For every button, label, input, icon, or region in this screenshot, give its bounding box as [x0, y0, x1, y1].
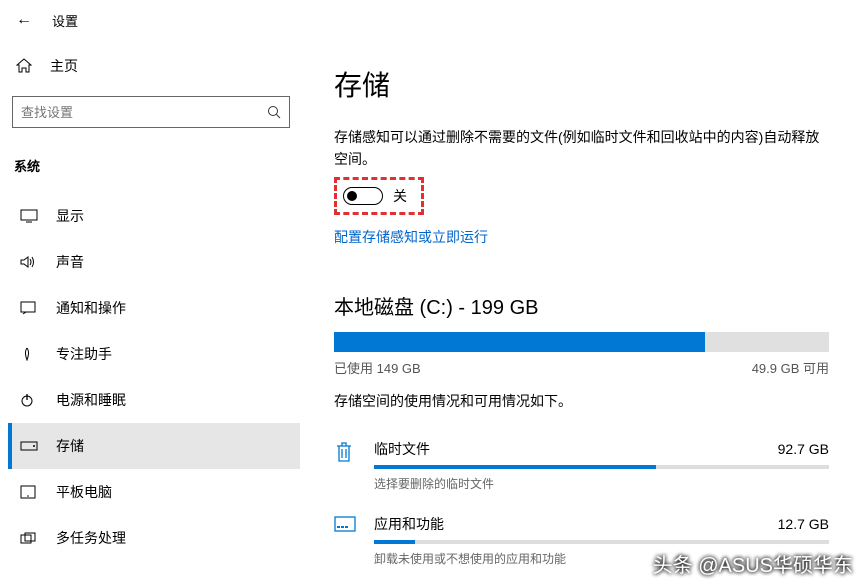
sidebar-group-header: 系统	[12, 148, 300, 193]
sidebar-item-label: 通知和操作	[56, 298, 126, 318]
category-apps[interactable]: 应用和功能 12.7 GB 卸载未使用或不想使用的应用和功能	[334, 506, 829, 581]
sidebar-item-focus[interactable]: 专注助手	[8, 331, 300, 377]
category-bar	[374, 465, 829, 469]
sidebar: 主页 系统 显示 声音 通知和操作 专注助手 电源和	[0, 40, 300, 588]
category-bar	[374, 540, 829, 544]
sound-icon	[20, 255, 38, 269]
sidebar-item-label: 存储	[56, 436, 84, 456]
back-button[interactable]: ←	[16, 11, 32, 29]
category-subtitle: 卸载未使用或不想使用的应用和功能	[374, 550, 829, 567]
sidebar-item-storage[interactable]: 存储	[8, 423, 300, 469]
sidebar-item-label: 多任务处理	[56, 528, 126, 548]
home-label: 主页	[50, 56, 78, 76]
home-icon	[16, 58, 32, 74]
sidebar-item-display[interactable]: 显示	[8, 193, 300, 239]
highlight-annotation: 关	[334, 177, 424, 215]
category-temp-files[interactable]: 临时文件 92.7 GB 选择要删除的临时文件	[334, 431, 829, 506]
storage-sense-toggle[interactable]	[343, 187, 383, 205]
sidebar-item-multitask[interactable]: 多任务处理	[8, 515, 300, 561]
main-content: 存储 存储感知可以通过删除不需要的文件(例如临时文件和回收站中的内容)自动释放空…	[300, 40, 863, 588]
page-title: 存储	[334, 64, 829, 104]
sidebar-home[interactable]: 主页	[12, 48, 300, 84]
disk-title: 本地磁盘 (C:) - 199 GB	[334, 291, 829, 320]
window-title: 设置	[52, 11, 78, 30]
sidebar-item-label: 电源和睡眠	[56, 390, 126, 410]
category-name: 临时文件	[374, 439, 430, 459]
disk-usage-bar	[334, 332, 829, 352]
sidebar-item-label: 显示	[56, 206, 84, 226]
apps-icon	[334, 514, 358, 534]
toggle-state-label: 关	[393, 186, 407, 206]
sidebar-item-label: 专注助手	[56, 344, 112, 364]
disk-usage-fill	[334, 332, 705, 352]
focus-icon	[20, 347, 38, 361]
sidebar-item-sound[interactable]: 声音	[8, 239, 300, 285]
disk-free-label: 49.9 GB 可用	[752, 358, 829, 377]
category-size: 92.7 GB	[778, 441, 829, 457]
sidebar-item-label: 声音	[56, 252, 84, 272]
configure-storage-sense-link[interactable]: 配置存储感知或立即运行	[334, 227, 488, 247]
category-size: 12.7 GB	[778, 516, 829, 532]
trash-icon	[334, 439, 358, 463]
disk-used-label: 已使用 149 GB	[334, 358, 421, 377]
sidebar-item-notifications[interactable]: 通知和操作	[8, 285, 300, 331]
power-icon	[20, 393, 38, 407]
sidebar-item-label: 平板电脑	[56, 482, 112, 502]
breakdown-description: 存储空间的使用情况和可用情况如下。	[334, 391, 829, 411]
sidebar-item-power[interactable]: 电源和睡眠	[8, 377, 300, 423]
category-subtitle: 选择要删除的临时文件	[374, 475, 829, 492]
search-icon	[267, 105, 281, 119]
tablet-icon	[20, 485, 38, 499]
category-name: 应用和功能	[374, 514, 444, 534]
display-icon	[20, 209, 38, 223]
notifications-icon	[20, 301, 38, 315]
category-other[interactable]: 其他 8.57 GB 管理其他大文件夹	[334, 581, 829, 588]
storage-icon	[20, 441, 38, 451]
sidebar-item-tablet[interactable]: 平板电脑	[8, 469, 300, 515]
multitask-icon	[20, 532, 38, 544]
search-field[interactable]	[21, 105, 267, 120]
search-input[interactable]	[12, 96, 290, 128]
storage-sense-description: 存储感知可以通过删除不需要的文件(例如临时文件和回收站中的内容)自动释放空间。	[334, 126, 829, 171]
